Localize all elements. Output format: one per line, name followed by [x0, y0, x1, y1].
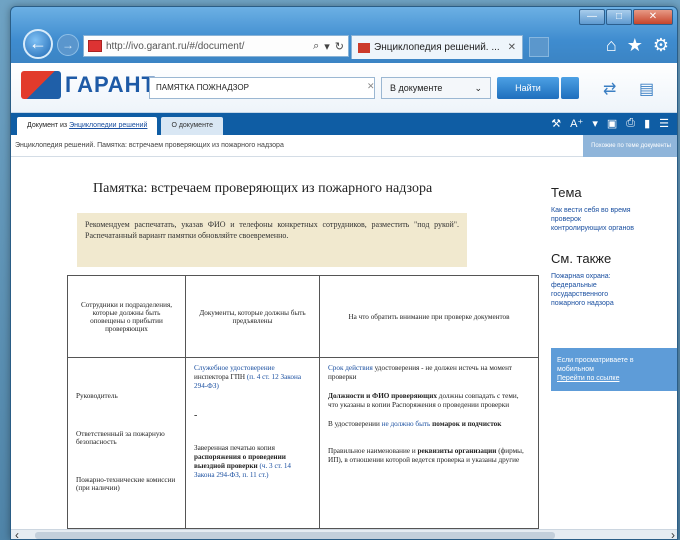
minimize-button[interactable]: — [579, 9, 605, 25]
app-header: ГАРАНТ ПАМЯТКА ПОЖНАДЗОР ✕ В документе ⌄… [11, 63, 677, 113]
bookmark-icon[interactable]: ▮ [644, 117, 650, 130]
table-cell-text: Правильное наименование и [328, 447, 418, 455]
table-cell-bold: Должности и ФИО проверяющих [328, 392, 437, 400]
font-size-button[interactable]: A⁺ [570, 117, 583, 130]
logo-text: ГАРАНТ [65, 72, 156, 97]
tools-icon[interactable]: ⚒ [551, 117, 561, 130]
theme-link[interactable]: контролирующих органов [551, 224, 671, 233]
see-also-heading: См. также [551, 251, 612, 266]
table-cell: Срок действия удостоверения - не должен … [319, 357, 539, 529]
doc-link[interactable]: Срок действия [328, 364, 373, 372]
browser-window: — □ ✕ ← → http://ivo.garant.ru/#/documen… [10, 6, 678, 540]
tab-close-icon[interactable]: ✕ [508, 42, 516, 53]
clear-search-icon[interactable]: ✕ [367, 81, 375, 92]
back-arrow-icon[interactable]: ← [23, 29, 53, 59]
browser-titlebar: — □ ✕ ← → http://ivo.garant.ru/#/documen… [11, 7, 677, 63]
find-options-button[interactable] [561, 77, 579, 99]
browser-tab[interactable]: Энциклопедия решений. ... ✕ [351, 35, 523, 59]
table-cell-bold: реквизиты организации [417, 447, 497, 455]
see-also-link[interactable]: государственного [551, 290, 671, 299]
doc-link[interactable]: не должно быть [382, 420, 431, 428]
site-favicon-icon [88, 40, 102, 52]
address-url[interactable]: http://ivo.garant.ru/#/document/ [106, 41, 309, 52]
mobile-info-box: Если просматриваете в мобильном Перейти … [551, 348, 677, 391]
new-tab-button[interactable] [529, 37, 549, 57]
document-table: Сотрудники и подразделения, которые долж… [67, 275, 539, 529]
doc-link[interactable]: Служебное удостоверение [194, 364, 275, 372]
tab-favicon-icon [358, 42, 370, 53]
docs-icon[interactable]: ▤ [639, 79, 654, 99]
dropdown-icon[interactable]: ▾ [324, 40, 330, 53]
see-also-link[interactable]: пожарного надзора [551, 299, 671, 308]
tab-document-prefix: Документ из [27, 122, 70, 129]
close-button[interactable]: ✕ [633, 9, 673, 25]
sidebar: Тема Как вести себя во время проверок ко… [551, 167, 677, 391]
tab-title: Энциклопедия решений. ... [374, 42, 500, 53]
document-body: Памятка: встречаем проверяющих из пожарн… [65, 167, 545, 539]
see-also-link[interactable]: федеральные [551, 281, 671, 290]
print-icon[interactable]: ⎙ [626, 117, 635, 130]
table-cell-text: Руководитель [76, 392, 118, 400]
maximize-button[interactable]: □ [606, 9, 632, 25]
garant-logo[interactable]: ГАРАНТ [21, 71, 156, 99]
table-row: Руководитель Ответственный за пожарную б… [67, 357, 539, 529]
scrollbar-thumb[interactable] [35, 532, 555, 539]
compare-icon[interactable]: ⇄ [603, 79, 616, 99]
table-cell-bold: помарок и подчисток [430, 420, 502, 428]
document-note: Рекомендуем распечатать, указав ФИО и те… [77, 213, 467, 267]
gear-icon[interactable]: ⚙ [653, 35, 669, 56]
save-icon[interactable]: ▣ [607, 117, 617, 130]
table-header-cell: Сотрудники и подразделения, которые долж… [67, 275, 186, 358]
address-bar[interactable]: http://ivo.garant.ru/#/document/ ⌕ ▾ ↻ [83, 35, 349, 57]
table-header-cell: Документы, которые должны быть предъявле… [185, 275, 320, 358]
table-cell: Руководитель Ответственный за пожарную б… [67, 357, 186, 529]
table-cell: Служебное удостоверение инспектора ГПН (… [185, 357, 320, 529]
page-viewport: ГАРАНТ ПАМЯТКА ПОЖНАДЗОР ✕ В документе ⌄… [11, 63, 677, 539]
table-cell-text: Заверенная печатью копия [194, 444, 275, 452]
theme-link[interactable]: Как вести себя во время [551, 206, 671, 215]
table-cell-text: В удостоверении [328, 420, 382, 428]
see-also-link[interactable]: Пожарная охрана: [551, 272, 671, 281]
scroll-right-icon[interactable]: › [671, 528, 675, 539]
box-link[interactable]: Перейти по ссылке [557, 374, 677, 383]
scope-label: В документе [390, 83, 443, 93]
home-icon[interactable]: ⌂ [606, 35, 617, 56]
chevron-down-icon: ⌄ [474, 83, 482, 93]
menu-icon[interactable]: ☰ [659, 117, 669, 130]
search-icon[interactable]: ⌕ [313, 40, 319, 53]
forward-arrow-icon[interactable]: → [57, 34, 79, 56]
table-cell-dash: - [194, 410, 198, 421]
theme-heading: Тема [551, 185, 582, 200]
breadcrumb: Энциклопедия решений. Памятка: встречаем… [11, 135, 677, 157]
horizontal-scrollbar[interactable]: ‹ › [11, 528, 677, 539]
tab-about-document[interactable]: О документе [161, 117, 223, 135]
document-tabbar: Документ из Энциклопедии решений О докум… [11, 113, 677, 135]
logo-mark-icon [21, 71, 61, 99]
window-controls: — □ ✕ [579, 9, 673, 25]
star-icon[interactable]: ★ [627, 35, 643, 56]
find-button[interactable]: Найти [497, 77, 559, 99]
related-documents-button[interactable]: Похожие по теме документы [583, 135, 677, 157]
tab-document[interactable]: Документ из Энциклопедии решений [17, 117, 158, 135]
document-title: Памятка: встречаем проверяющих из пожарн… [93, 181, 433, 196]
table-cell-text: Пожарно-технические комиссии (при наличи… [76, 476, 176, 492]
box-text: Если просматриваете в [557, 357, 634, 364]
chevron-down-icon[interactable]: ▾ [592, 117, 598, 130]
table-header-row: Сотрудники и подразделения, которые долж… [67, 275, 539, 358]
theme-link[interactable]: проверок [551, 215, 671, 224]
scroll-left-icon[interactable]: ‹ [15, 528, 19, 539]
table-header-cell: На что обратить внимание при проверке до… [319, 275, 539, 358]
search-scope-select[interactable]: В документе ⌄ [381, 77, 491, 99]
refresh-icon[interactable]: ↻ [335, 40, 344, 53]
table-cell-text: инспектора ГПН [194, 373, 247, 381]
table-cell-text: Ответственный за пожарную безопасность [76, 430, 165, 446]
box-text: мобильном [557, 366, 594, 373]
tab-document-link[interactable]: Энциклопедии решений [69, 122, 147, 129]
search-input[interactable]: ПАМЯТКА ПОЖНАДЗОР [149, 77, 375, 99]
